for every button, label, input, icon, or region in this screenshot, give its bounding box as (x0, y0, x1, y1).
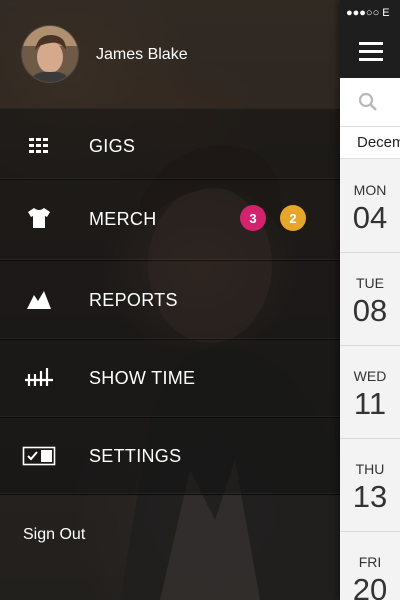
day-cell-tue[interactable]: TUE 08 (340, 253, 400, 346)
month-label: Decem (340, 127, 400, 159)
day-of-week: WED (353, 368, 387, 384)
avatar[interactable] (22, 26, 78, 82)
profile-header: James Blake (0, 0, 340, 109)
top-bar (340, 26, 400, 78)
merch-badge-orange: 2 (280, 205, 306, 231)
user-name: James Blake (96, 46, 188, 63)
grid-icon (22, 134, 56, 158)
day-cell-mon[interactable]: MON 04 (340, 160, 400, 253)
day-cell-fri[interactable]: FRI 20 (340, 532, 400, 600)
day-number: 20 (352, 572, 388, 600)
menu-item-reports[interactable]: REPORTS (0, 261, 340, 340)
checkbox-toggle-icon (22, 444, 56, 468)
day-cell-thu[interactable]: THU 13 (340, 439, 400, 532)
navigation-drawer: James Blake GIGS MERCH REPORTS SHOW TIME… (0, 0, 340, 600)
day-cell-wed[interactable]: WED 11 (340, 346, 400, 439)
tshirt-icon (22, 206, 56, 230)
menu-label-gigs: GIGS (89, 136, 136, 156)
day-number: 04 (352, 200, 388, 235)
menu-label-merch: MERCH (89, 209, 157, 229)
main-screen: ●●●○○ E Decem MON 04 TUE 08 WED 11 THU 1… (340, 0, 400, 600)
day-of-week: THU (355, 461, 385, 477)
sign-out-link[interactable]: Sign Out (23, 526, 85, 544)
menu-list: GIGS MERCH REPORTS SHOW TIME SETTINGS (0, 108, 340, 495)
menu-item-show-time[interactable]: SHOW TIME (0, 340, 340, 418)
status-bar: ●●●○○ E (340, 0, 400, 26)
menu-item-settings[interactable]: SETTINGS (0, 418, 340, 495)
menu-label-show-time: SHOW TIME (89, 368, 196, 388)
hamburger-menu-icon[interactable] (359, 42, 383, 62)
day-of-week: MON (353, 182, 387, 198)
tally-icon (22, 366, 56, 390)
menu-item-gigs[interactable]: GIGS (0, 108, 340, 180)
chart-mountain-icon (22, 288, 56, 312)
day-number: 11 (353, 386, 387, 421)
merch-badge-pink: 3 (240, 205, 266, 231)
day-number: 08 (352, 293, 388, 328)
search-bar[interactable] (340, 78, 400, 127)
menu-label-reports: REPORTS (89, 290, 178, 310)
menu-label-settings: SETTINGS (89, 446, 182, 466)
avatar-image (22, 26, 78, 82)
day-number: 13 (352, 479, 388, 514)
day-of-week: TUE (356, 275, 384, 291)
search-icon (358, 92, 377, 111)
day-of-week: FRI (358, 554, 382, 570)
